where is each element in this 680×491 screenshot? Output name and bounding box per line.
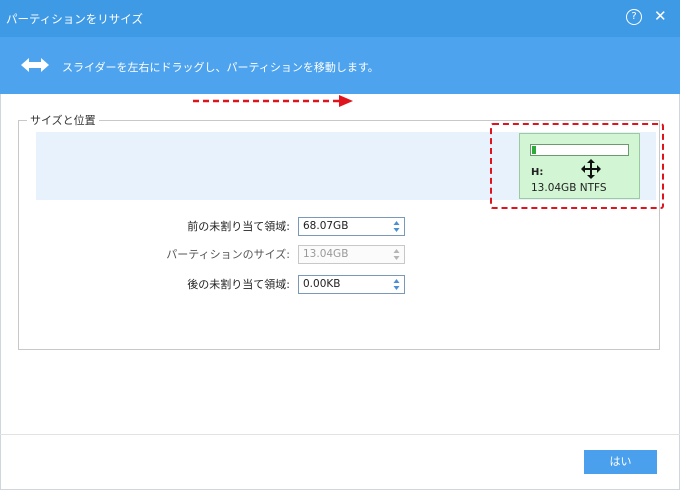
row-after-unallocated: 後の未割り当て領域: 0.00KB <box>0 275 680 295</box>
partition-size-field-label: パーティションのサイズ: <box>166 248 290 261</box>
double-arrow-icon <box>21 58 49 72</box>
window-title: パーティションをリサイズ <box>6 12 143 26</box>
before-unallocated-input[interactable]: 68.07GB <box>298 217 405 236</box>
ok-button[interactable]: はい <box>584 450 657 474</box>
group-label: サイズと位置 <box>27 112 99 128</box>
help-icon[interactable]: ? <box>626 9 642 25</box>
close-icon[interactable]: ✕ <box>654 7 667 25</box>
before-unallocated-label: 前の未割り当て領域: <box>187 220 290 233</box>
spin-arrows-icon[interactable] <box>393 220 400 233</box>
annotation-highlight-box <box>490 123 664 209</box>
row-before-unallocated: 前の未割り当て領域: 68.07GB <box>0 217 680 237</box>
annotation-arrow-icon <box>193 95 353 107</box>
before-unallocated-value: 68.07GB <box>303 220 349 232</box>
after-unallocated-label: 後の未割り当て領域: <box>187 278 290 291</box>
spin-arrows-icon[interactable] <box>393 278 400 291</box>
footer-divider <box>0 434 680 435</box>
spin-arrows-icon <box>393 249 400 260</box>
row-partition-size: パーティションのサイズ: 13.04GB <box>0 245 680 265</box>
instruction-banner: スライダーを左右にドラッグし、パーティションを移動します。 <box>0 37 680 94</box>
partition-size-input: 13.04GB <box>298 245 405 264</box>
after-unallocated-input[interactable]: 0.00KB <box>298 275 405 294</box>
instruction-text: スライダーを左右にドラッグし、パーティションを移動します。 <box>62 61 379 74</box>
partition-size-value: 13.04GB <box>303 248 349 260</box>
title-bar: パーティションをリサイズ ? ✕ <box>0 0 680 37</box>
after-unallocated-value: 0.00KB <box>303 278 341 290</box>
